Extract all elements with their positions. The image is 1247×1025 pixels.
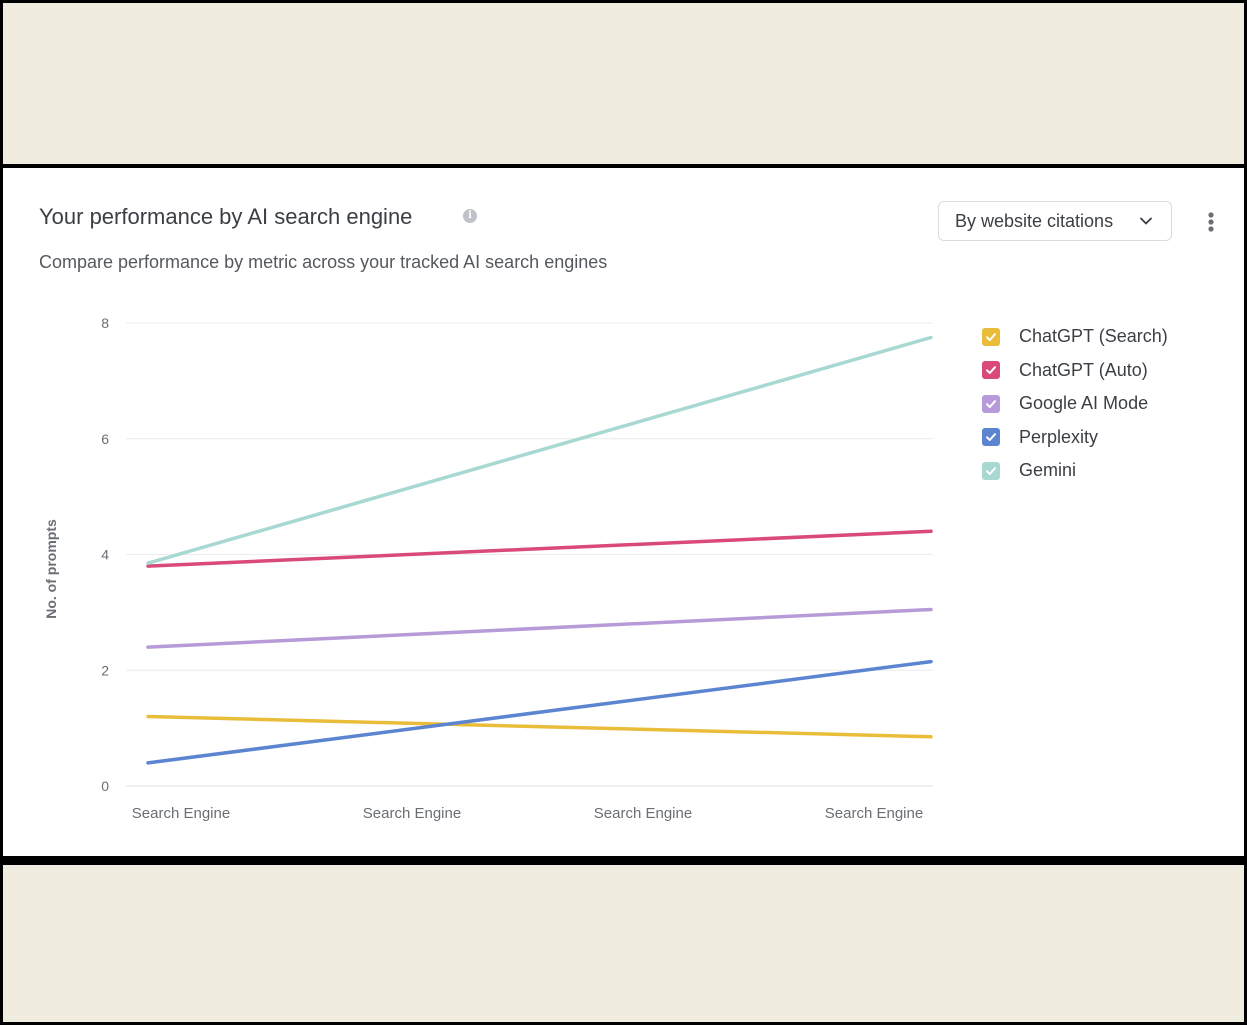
legend-item[interactable]: Google AI Mode — [981, 387, 1168, 421]
y-axis-title: No. of prompts — [43, 519, 59, 619]
series-line-gemini[interactable] — [146, 335, 933, 565]
more-options-button[interactable] — [1199, 208, 1223, 236]
checkbox-icon[interactable] — [982, 428, 1000, 447]
chart-legend: ChatGPT (Search) ChatGPT (Auto) Google AI … — [981, 320, 1168, 488]
legend-label: ChatGPT (Search) — [1019, 326, 1168, 347]
metric-dropdown[interactable]: By website citations — [938, 201, 1172, 241]
checkbox-icon[interactable] — [982, 394, 1000, 413]
checkmark-icon — [986, 332, 996, 341]
line-chart: 0 2 4 6 8 Search Engine Search Engine Search E… — [43, 315, 933, 822]
x-tick-label: Search Engine — [132, 805, 230, 822]
x-tick-label: Search Engine — [825, 805, 923, 822]
legend-label: Gemini — [1019, 460, 1077, 481]
checkbox-icon[interactable] — [982, 327, 1000, 346]
series-line-chatgpt-search[interactable] — [146, 714, 933, 739]
bottom-background-band — [3, 865, 1244, 1022]
legend-label: ChatGPT (Auto) — [1019, 359, 1148, 380]
top-background-band — [3, 3, 1244, 164]
legend-label: Perplexity — [1019, 426, 1099, 447]
metric-dropdown-label: By website citations — [955, 210, 1114, 231]
y-tick-label: 0 — [101, 778, 109, 794]
legend-item[interactable]: ChatGPT (Auto) — [981, 354, 1168, 388]
x-tick-label: Search Engine — [363, 805, 461, 822]
y-tick-label: 4 — [101, 547, 109, 563]
legend-label: Google AI Mode — [1019, 393, 1149, 414]
checkmark-icon — [986, 466, 996, 475]
checkbox-icon[interactable] — [982, 461, 1000, 480]
more-vertical-icon — [1208, 212, 1214, 232]
chevron-down-icon — [1140, 217, 1152, 225]
series-line-perplexity[interactable] — [146, 659, 933, 765]
y-tick-label: 2 — [101, 662, 109, 678]
checkmark-icon — [986, 366, 996, 375]
y-tick-label: 6 — [101, 431, 109, 447]
legend-item[interactable]: ChatGPT (Search) — [981, 320, 1168, 354]
performance-card: Your performance by AI search engine i C… — [3, 168, 1244, 856]
series-line-chatgpt-auto[interactable] — [146, 529, 933, 568]
checkmark-icon — [986, 433, 996, 442]
series-line-google-ai-mode[interactable] — [146, 607, 933, 649]
y-tick-label: 8 — [101, 315, 109, 331]
x-tick-label: Search Engine — [594, 805, 692, 822]
legend-item[interactable]: Perplexity — [981, 421, 1168, 455]
legend-item[interactable]: Gemini — [981, 454, 1168, 488]
checkbox-icon[interactable] — [982, 361, 1000, 380]
checkmark-icon — [986, 399, 996, 408]
